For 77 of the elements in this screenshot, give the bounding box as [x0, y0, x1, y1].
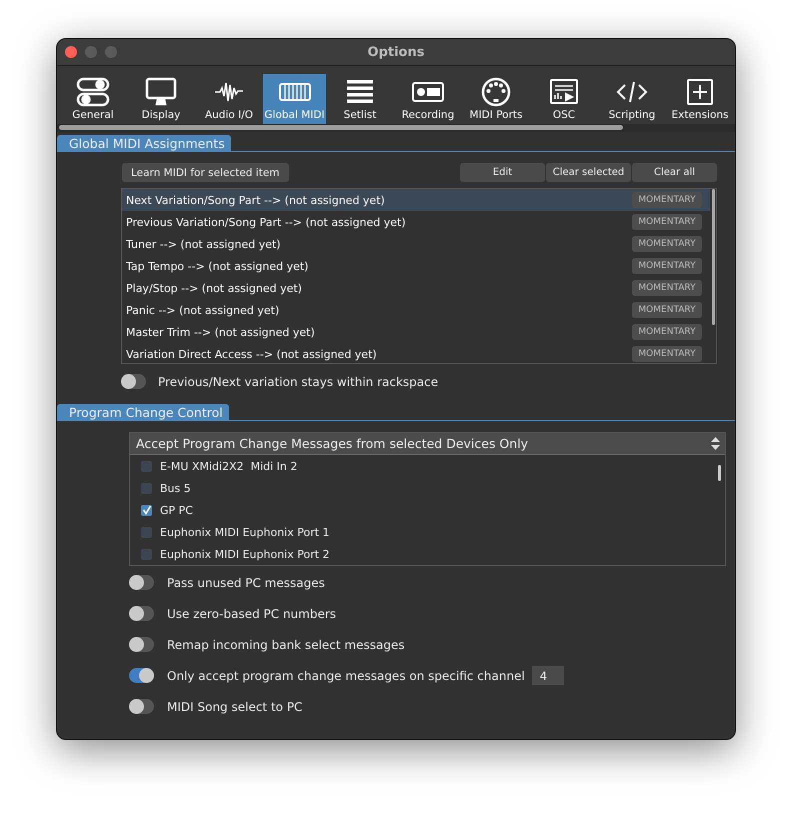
plus-icon [685, 77, 715, 107]
toggle-switch[interactable] [129, 606, 154, 621]
assignment-row[interactable]: Master Trim --> (not assigned yet) MOMENTARY [122, 321, 710, 343]
checkbox[interactable] [141, 548, 152, 560]
assignment-row[interactable]: Next Variation/Song Part --> (not assigned yet) MOMENTARY [122, 189, 710, 211]
action-button[interactable]: Clear selected [546, 163, 631, 182]
scrollbar-thumb[interactable] [59, 125, 623, 130]
assignment-label: Tap Tempo --> (not assigned yet) [126, 260, 308, 272]
close-button[interactable] [65, 46, 77, 58]
updown-icon [711, 437, 720, 450]
action-button[interactable]: Edit [460, 163, 545, 182]
momentary-button[interactable]: MOMENTARY [632, 258, 702, 274]
assignment-label: Previous Variation/Song Part --> (not assigned yet) [126, 216, 406, 228]
minimize-button[interactable] [85, 46, 97, 58]
assignment-label: Master Trim --> (not assigned yet) [126, 326, 315, 338]
mixer-screen-icon [549, 77, 579, 107]
toggle-label: Remap incoming bank select messages [167, 638, 405, 652]
momentary-button[interactable]: MOMENTARY [632, 280, 702, 296]
action-button[interactable]: Clear all [632, 163, 717, 182]
assignment-label: Variation Direct Access --> (not assigned yet) [126, 348, 377, 360]
assignment-label: Panic --> (not assigned yet) [126, 304, 280, 316]
toggle-label: Only accept program change messages on specific channel [167, 668, 525, 682]
checkbox[interactable] [141, 526, 152, 538]
window-title: Options [368, 44, 424, 60]
assignment-row[interactable]: Tap Tempo --> (not assigned yet) MOMENTARY [122, 255, 710, 277]
toggle-switch[interactable] [121, 374, 146, 389]
toolbar-tab[interactable]: MIDI Ports [462, 74, 530, 124]
device-label: GP PC [160, 504, 193, 516]
toggle-switch[interactable] [129, 668, 154, 683]
toggles-icon [76, 77, 110, 107]
toolbar-tab[interactable]: Global MIDI [263, 74, 326, 124]
zoom-button[interactable] [105, 46, 117, 58]
toggle-label: Pass unused PC messages [167, 576, 325, 590]
toolbar-tab[interactable]: Extensions [666, 74, 734, 124]
momentary-button[interactable]: MOMENTARY [632, 192, 702, 208]
assignment-row[interactable]: Tuner --> (not assigned yet) MOMENTARY [122, 233, 710, 255]
momentary-button[interactable]: MOMENTARY [632, 302, 702, 318]
toolbar-tab[interactable]: Audio I/O [195, 74, 263, 124]
toolbar-tab[interactable]: Setlist [326, 74, 394, 124]
assignment-row[interactable]: Panic --> (not assigned yet) MOMENTARY [122, 299, 710, 321]
toggle-label: MIDI Song select to PC [167, 700, 302, 714]
scrollbar-thumb[interactable] [718, 465, 721, 481]
section-header: Global MIDI Assignments [57, 135, 231, 152]
assignment-row[interactable]: Play/Stop --> (not assigned yet) MOMENTARY [122, 277, 710, 299]
device-label: Bus 5 [160, 482, 191, 494]
assignment-label: Play/Stop --> (not assigned yet) [126, 282, 302, 294]
toolbar-tab[interactable]: General [59, 74, 127, 124]
learn-midi-button[interactable]: Learn MIDI for selected item [122, 163, 289, 182]
momentary-button[interactable]: MOMENTARY [632, 324, 702, 340]
assignment-row[interactable]: Previous Variation/Song Part --> (not assigned yet) MOMENTARY [122, 211, 710, 233]
device-label: E-MU XMidi2X2 Midi In 2 [160, 460, 298, 472]
toolbar-tab[interactable]: Recording [394, 74, 462, 124]
toggle-switch[interactable] [129, 637, 154, 652]
toggle-label: Previous/Next variation stays within rackspace [158, 374, 438, 388]
checkbox[interactable] [141, 504, 152, 516]
toggle-switch[interactable] [129, 575, 154, 590]
momentary-button[interactable]: MOMENTARY [632, 214, 702, 230]
device-label: Euphonix MIDI Euphonix Port 1 [160, 526, 330, 538]
assignment-label: Next Variation/Song Part --> (not assigned yet) [126, 194, 385, 206]
toggle-switch[interactable] [129, 699, 154, 714]
section-header: Program Change Control [57, 404, 229, 421]
toggle-label: Use zero-based PC numbers [167, 606, 336, 620]
assignment-row[interactable]: Variation Direct Access --> (not assigned yet) MOMENTARY [122, 343, 710, 363]
toolbar-tab[interactable]: Display [127, 74, 195, 124]
monitor-icon [145, 77, 177, 107]
checkbox[interactable] [141, 460, 152, 472]
assignment-label: Tuner --> (not assigned yet) [126, 238, 281, 250]
toolbar-tab[interactable]: OSC [530, 74, 598, 124]
momentary-button[interactable]: MOMENTARY [632, 236, 702, 252]
momentary-button[interactable]: MOMENTARY [632, 346, 702, 362]
channel-field[interactable]: 4 [532, 666, 564, 685]
device-filter-dropdown[interactable]: Accept Program Change Messages from selected Devices Only [130, 433, 725, 455]
checkbox[interactable] [141, 482, 152, 494]
device-label: Euphonix MIDI Euphonix Port 2 [160, 548, 330, 560]
midi-connector-icon [481, 77, 511, 107]
toolbar-tab[interactable]: Scripting [598, 74, 666, 124]
scrollbar-thumb[interactable] [712, 189, 715, 325]
